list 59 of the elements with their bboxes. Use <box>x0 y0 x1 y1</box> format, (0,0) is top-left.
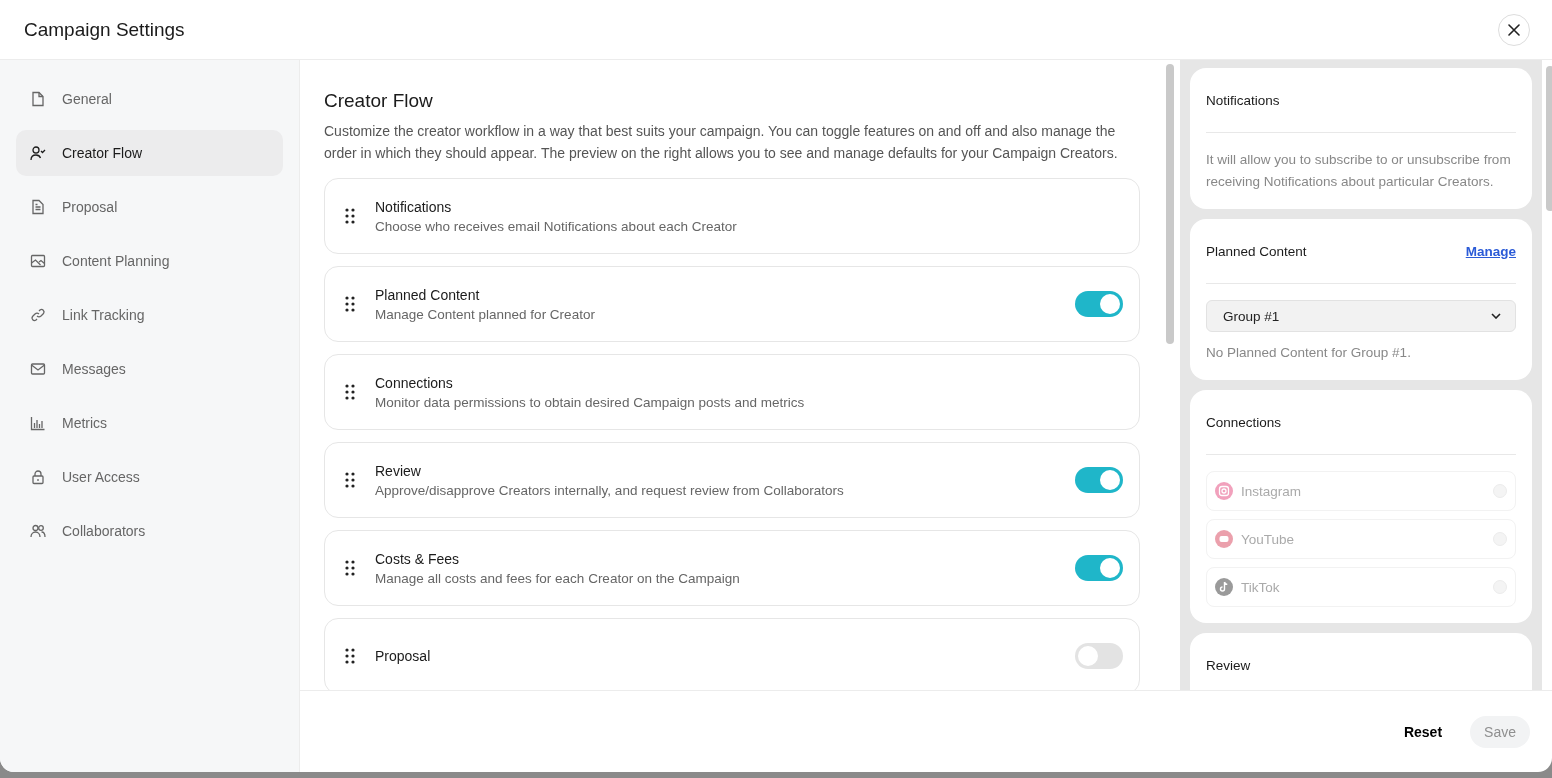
feature-description: Choose who receives email Notifications about each Creator <box>375 218 738 234</box>
section-title: Creator Flow <box>324 90 434 112</box>
toggle-switch[interactable] <box>1075 643 1123 669</box>
toggle-switch[interactable] <box>1075 555 1123 581</box>
feature-description: Monitor data permissions to obtain desired Campaign posts and metrics <box>375 394 806 410</box>
toggle-switch[interactable] <box>1075 291 1123 317</box>
instagram-icon <box>1215 482 1233 500</box>
envelope-icon <box>30 361 46 377</box>
card-title: Planned Content <box>1206 243 1307 259</box>
chevron-down-icon <box>1491 313 1501 319</box>
sidebar-item[interactable]: Creator Flow <box>16 130 283 176</box>
feature-title: Proposal <box>375 648 432 664</box>
drag-handle-icon[interactable] <box>345 472 355 488</box>
card-title: Review <box>1206 657 1251 673</box>
youtube-icon <box>1215 530 1233 548</box>
sidebar-item[interactable]: Link Tracking <box>16 292 283 338</box>
drag-handle-icon[interactable] <box>345 648 355 664</box>
section-description: Customize the creator workflow in a way that best suits your campaign. You can toggle features on and off and also manage the order in which they should appear. The preview on the right allows you to see and manage defaults for your Campaign Creators. <box>324 122 1119 163</box>
empty-state-text: No Planned Content for Group #1. <box>1206 344 1412 362</box>
group-select[interactable]: Group #1 <box>1206 300 1516 332</box>
feature-title: Costs & Fees <box>375 550 461 567</box>
link-icon <box>30 307 46 323</box>
scrollbar[interactable] <box>1546 66 1552 211</box>
scrollbar[interactable] <box>1166 64 1174 344</box>
sidebar-item[interactable]: General <box>16 76 283 122</box>
sidebar-item[interactable]: Collaborators <box>16 508 283 554</box>
tiktok-icon <box>1215 578 1233 596</box>
card-title: Connections <box>1206 414 1282 430</box>
file-icon <box>30 91 46 107</box>
card-text: It will allow you to subscribe to or unsubscribe from receiving Notifications about particular Creators. <box>1206 151 1512 191</box>
close-icon <box>1508 23 1520 36</box>
lock-icon <box>30 469 46 485</box>
sidebar-item[interactable]: Content Planning <box>16 238 283 284</box>
document-icon <box>30 199 46 215</box>
close-button[interactable] <box>1498 13 1530 46</box>
drag-handle-icon[interactable] <box>345 296 355 312</box>
drag-handle-icon[interactable] <box>345 384 355 400</box>
sidebar-item[interactable]: Messages <box>16 346 283 392</box>
image-icon <box>30 253 46 269</box>
feature-title: Planned Content <box>375 286 481 303</box>
sidebar-item[interactable]: Metrics <box>16 400 283 446</box>
manage-link[interactable]: Manage <box>1465 243 1516 259</box>
user-check-icon <box>30 145 46 161</box>
toggle-switch[interactable] <box>1075 467 1123 493</box>
drag-handle-icon[interactable] <box>345 208 355 224</box>
users-icon <box>30 523 46 539</box>
feature-title: Connections <box>375 374 454 391</box>
feature-description: Approve/disapprove Creators internally, and request review from Collaborators <box>375 482 845 498</box>
sidebar-item[interactable]: User Access <box>16 454 283 500</box>
sidebar-item[interactable]: Proposal <box>16 184 283 230</box>
feature-description: Manage Content planned for Creator <box>375 306 596 322</box>
reset-button[interactable]: Reset <box>1391 715 1455 748</box>
drag-handle-icon[interactable] <box>345 560 355 576</box>
feature-description: Manage all costs and fees for each Creator on the Campaign <box>375 570 741 586</box>
feature-title: Review <box>375 462 422 479</box>
bar-chart-icon <box>30 415 46 431</box>
feature-title: Notifications <box>375 198 453 215</box>
card-title: Notifications <box>1206 92 1280 108</box>
window-title: Campaign Settings <box>24 18 185 41</box>
